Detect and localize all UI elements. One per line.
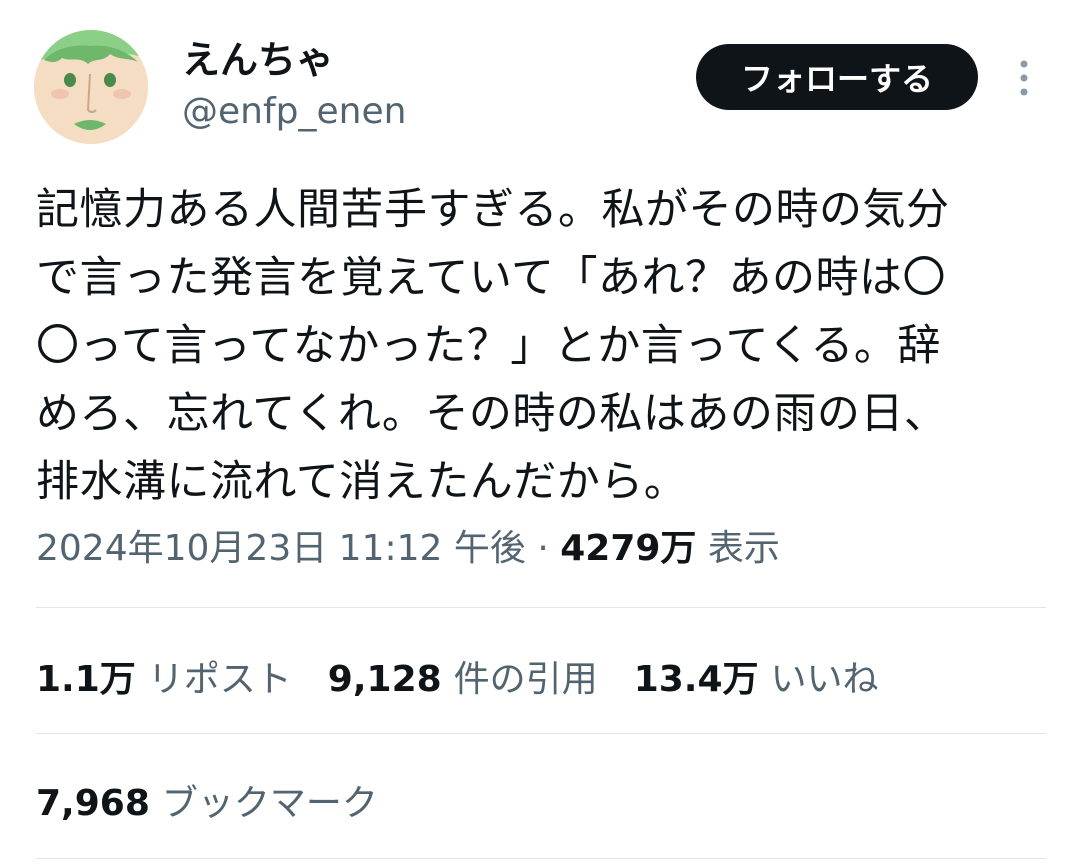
tweet-text: 記憶力ある人間苦手すぎる。私がその時の気分 で言った発言を覚えていて「あれ？あの… [36, 176, 1048, 516]
user-handle[interactable]: @enfp_enen [182, 88, 406, 136]
tweet-text-line: 排水溝に流れて消えたんだから。 [36, 457, 688, 507]
bookmark-stat[interactable]: 7,968 ブックマーク [36, 774, 378, 826]
like-count: 13.4万 [633, 659, 759, 700]
view-count: 4279万 [560, 528, 697, 569]
tweet-text-line: 〇って言ってなかった？」とか言ってくる。辞 [36, 321, 941, 371]
engagement-stats: 1.1万 リポスト 9,128 件の引用 13.4万 いいね [36, 648, 915, 704]
like-stat[interactable]: 13.4万 いいね [634, 650, 879, 702]
bookmark-count: 7,968 [36, 783, 150, 824]
follow-button[interactable]: フォローする [696, 44, 978, 110]
tweet-header: えんちゃ @enfp_enen フォローする [0, 0, 1080, 160]
display-name[interactable]: えんちゃ [182, 36, 406, 84]
repost-stat[interactable]: 1.1万 リポスト [36, 650, 292, 702]
more-button[interactable] [1004, 56, 1044, 100]
quote-label: 件の引用 [453, 659, 598, 700]
bookmark-stats: 7,968 ブックマーク [36, 772, 414, 828]
quote-stat[interactable]: 9,128 件の引用 [328, 650, 598, 702]
repost-label: リポスト [147, 659, 292, 700]
like-label: いいね [770, 659, 879, 700]
tweet-text-line: 記憶力ある人間苦手すぎる。私がその時の気分 [36, 185, 950, 235]
avatar-illustration [34, 30, 148, 144]
avatar[interactable] [34, 30, 148, 144]
quote-count: 9,128 [327, 659, 442, 700]
user-names: えんちゃ @enfp_enen [182, 36, 406, 136]
tweet-text-line: で言った発言を覚えていて「あれ？あの時は〇 [36, 253, 947, 303]
view-label: 表示 [707, 528, 780, 569]
more-vertical-icon [1020, 60, 1028, 96]
divider [36, 607, 1046, 608]
bookmark-label: ブックマーク [161, 783, 378, 824]
tweet-meta: 2024年10月23日 11:12 午後 · 4279万 表示 [36, 522, 780, 576]
divider [36, 858, 1046, 859]
repost-count: 1.1万 [36, 659, 136, 700]
tweet-text-line: めろ、忘れてくれ。その時の私はあの雨の日、 [36, 389, 948, 439]
timestamp[interactable]: 2024年10月23日 11:12 午後 [36, 528, 526, 569]
meta-separator: · [537, 528, 549, 569]
divider [36, 733, 1046, 734]
